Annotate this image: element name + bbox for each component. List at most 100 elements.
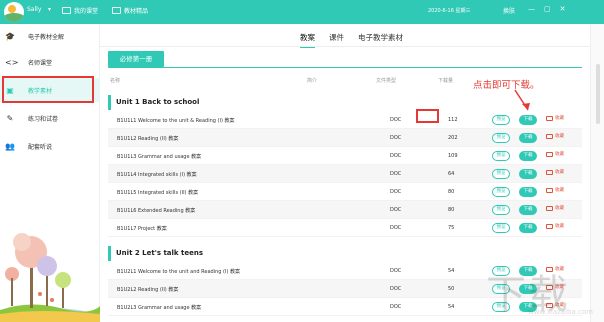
preview-button[interactable]: 预览 [492, 151, 510, 161]
download-button[interactable]: 下载 [519, 187, 537, 197]
file-type: DOC [390, 171, 402, 177]
nav-textbook[interactable]: 教材精品 [112, 6, 148, 15]
folder-icon [546, 115, 553, 121]
collect-button[interactable]: 收藏 [546, 115, 564, 121]
file-name[interactable]: B1U1L3 Grammar and usage 教案 [117, 153, 201, 160]
download-button[interactable]: 下载 [519, 151, 537, 161]
download-button[interactable]: 下载 [519, 169, 537, 179]
maximize-icon[interactable]: ▢ [544, 5, 551, 13]
code-icon: <> [5, 57, 19, 67]
download-count: 54 [448, 304, 455, 310]
collect-button[interactable]: 收藏 [546, 151, 564, 157]
download-count: 80 [448, 207, 455, 213]
table-row: B1U1L5 Integrated skills (II) 教案 DOC 80 … [108, 183, 582, 201]
folder-icon [546, 133, 553, 139]
file-type: DOC [390, 286, 402, 292]
file-name[interactable]: B1U1L6 Extended Reading 教案 [117, 207, 195, 214]
collect-button[interactable]: 收藏 [546, 169, 564, 175]
table-row: B1U1L4 Integrated skills (I) 教案 DOC 64 预… [108, 165, 582, 183]
download-count: 112 [448, 117, 458, 123]
nav-my-classroom[interactable]: 我的课堂 [62, 6, 98, 15]
sidebar-item-listening[interactable]: 👥 配套听说 [0, 134, 100, 158]
tree-illustration [0, 233, 100, 322]
download-button[interactable]: 下载 [519, 223, 537, 233]
minimize-icon[interactable]: — [528, 5, 535, 13]
preview-button[interactable]: 预览 [492, 223, 510, 233]
sidebar: 🎓 电子教材全解 <> 名师课堂 ▣ 教学素材 ✎ 练习和试卷 👥 配套听说 [0, 24, 100, 322]
download-button[interactable]: 下载 [519, 133, 537, 143]
download-hint-annotation: 点击即可下载。 [473, 80, 540, 91]
file-type: DOC [390, 304, 402, 310]
file-name[interactable]: B1U1L1 Welcome to the unit & Reading (I)… [117, 117, 235, 124]
user-name[interactable]: Sally [27, 6, 41, 13]
download-button[interactable]: 下载 [519, 115, 537, 125]
file-name[interactable]: B1U1L7 Project 教案 [117, 225, 167, 232]
user-dropdown-icon[interactable]: ▾ [48, 6, 51, 13]
preview-button[interactable]: 预览 [492, 205, 510, 215]
book-icon [112, 7, 121, 14]
skin-button[interactable]: 换肤 [503, 6, 515, 15]
file-name[interactable]: B1U2L2 Reading (II) 教案 [117, 286, 178, 293]
download-count: 109 [448, 153, 458, 159]
classroom-icon [62, 7, 71, 14]
app-logo [4, 2, 24, 22]
file-type: DOC [390, 207, 402, 213]
file-type: DOC [390, 189, 402, 195]
sidebar-highlight-box [2, 76, 94, 103]
sidebar-item-textbook[interactable]: 🎓 电子教材全解 [0, 24, 100, 48]
download-count: 80 [448, 189, 455, 195]
file-type: DOC [390, 225, 402, 231]
table-row: B1U1L7 Project 教案 DOC 75 预览 下载 收藏 [108, 219, 582, 237]
folder-icon [546, 205, 553, 211]
preview-button[interactable]: 预览 [492, 133, 510, 143]
download-count: 64 [448, 171, 455, 177]
file-name[interactable]: B1U1L5 Integrated skills (II) 教案 [117, 189, 198, 196]
file-name[interactable]: B1U1L2 Reading (II) 教案 [117, 135, 178, 142]
user-add-icon: 👥 [5, 141, 15, 151]
title-bar: Sally ▾ 我的课堂 教材精品 2020-6-16 星期三 换肤 — ▢ ✕ [0, 0, 604, 24]
unit-heading: Unit 1 Back to school [108, 95, 582, 110]
date-display: 2020-6-16 星期三 [428, 8, 471, 14]
column-header-format: 文件类型 [376, 78, 397, 84]
file-type: DOC [390, 117, 402, 123]
column-header-intro: 简介 [307, 78, 318, 84]
collect-button[interactable]: 收藏 [546, 223, 564, 229]
folder-icon [546, 169, 553, 175]
pencil-icon: ✎ [6, 113, 14, 123]
unit-heading: Unit 2 Let's talk teens [108, 246, 582, 261]
file-type: DOC [390, 268, 402, 274]
download-highlight-box [416, 109, 439, 123]
file-type: DOC [390, 135, 402, 141]
collect-button[interactable]: 收藏 [546, 187, 564, 193]
table-row: B1U1L3 Grammar and usage 教案 DOC 109 预览 下… [108, 147, 582, 165]
column-header-name: 名称 [110, 78, 121, 84]
scrollbar-thumb[interactable] [596, 64, 600, 124]
file-name[interactable]: B1U2L1 Welcome to the unit and Reading (… [117, 268, 240, 275]
book-selector[interactable]: 必修第一册 [108, 51, 164, 67]
file-type: DOC [390, 153, 402, 159]
folder-icon [546, 223, 553, 229]
collect-button[interactable]: 收藏 [546, 205, 564, 211]
close-icon[interactable]: ✕ [560, 5, 566, 13]
download-count: 54 [448, 268, 455, 274]
preview-button[interactable]: 预览 [492, 187, 510, 197]
preview-button[interactable]: 预览 [492, 115, 510, 125]
sidebar-item-classroom[interactable]: <> 名师课堂 [0, 50, 100, 74]
preview-button[interactable]: 预览 [492, 169, 510, 179]
file-name[interactable]: B1U1L4 Integrated skills (I) 教案 [117, 171, 197, 178]
folder-icon [546, 151, 553, 157]
column-header-downloads: 下载量 [438, 78, 454, 84]
download-button[interactable]: 下载 [519, 205, 537, 215]
folder-icon [546, 187, 553, 193]
graduation-cap-icon: 🎓 [5, 31, 15, 41]
watermark: 下载 www.xiazaiba.com [486, 272, 593, 318]
table-row: B1U1L1 Welcome to the unit & Reading (I)… [108, 111, 582, 129]
sidebar-item-exercises[interactable]: ✎ 练习和试卷 [0, 106, 100, 130]
table-row: B1U1L2 Reading (II) 教案 DOC 202 预览 下载 收藏 [108, 129, 582, 147]
file-name[interactable]: B1U2L3 Grammar and usage 教案 [117, 304, 201, 311]
download-count: 50 [448, 286, 455, 292]
collect-button[interactable]: 收藏 [546, 133, 564, 139]
download-count: 202 [448, 135, 458, 141]
download-count: 75 [448, 225, 455, 231]
table-row: B1U1L6 Extended Reading 教案 DOC 80 预览 下载 … [108, 201, 582, 219]
